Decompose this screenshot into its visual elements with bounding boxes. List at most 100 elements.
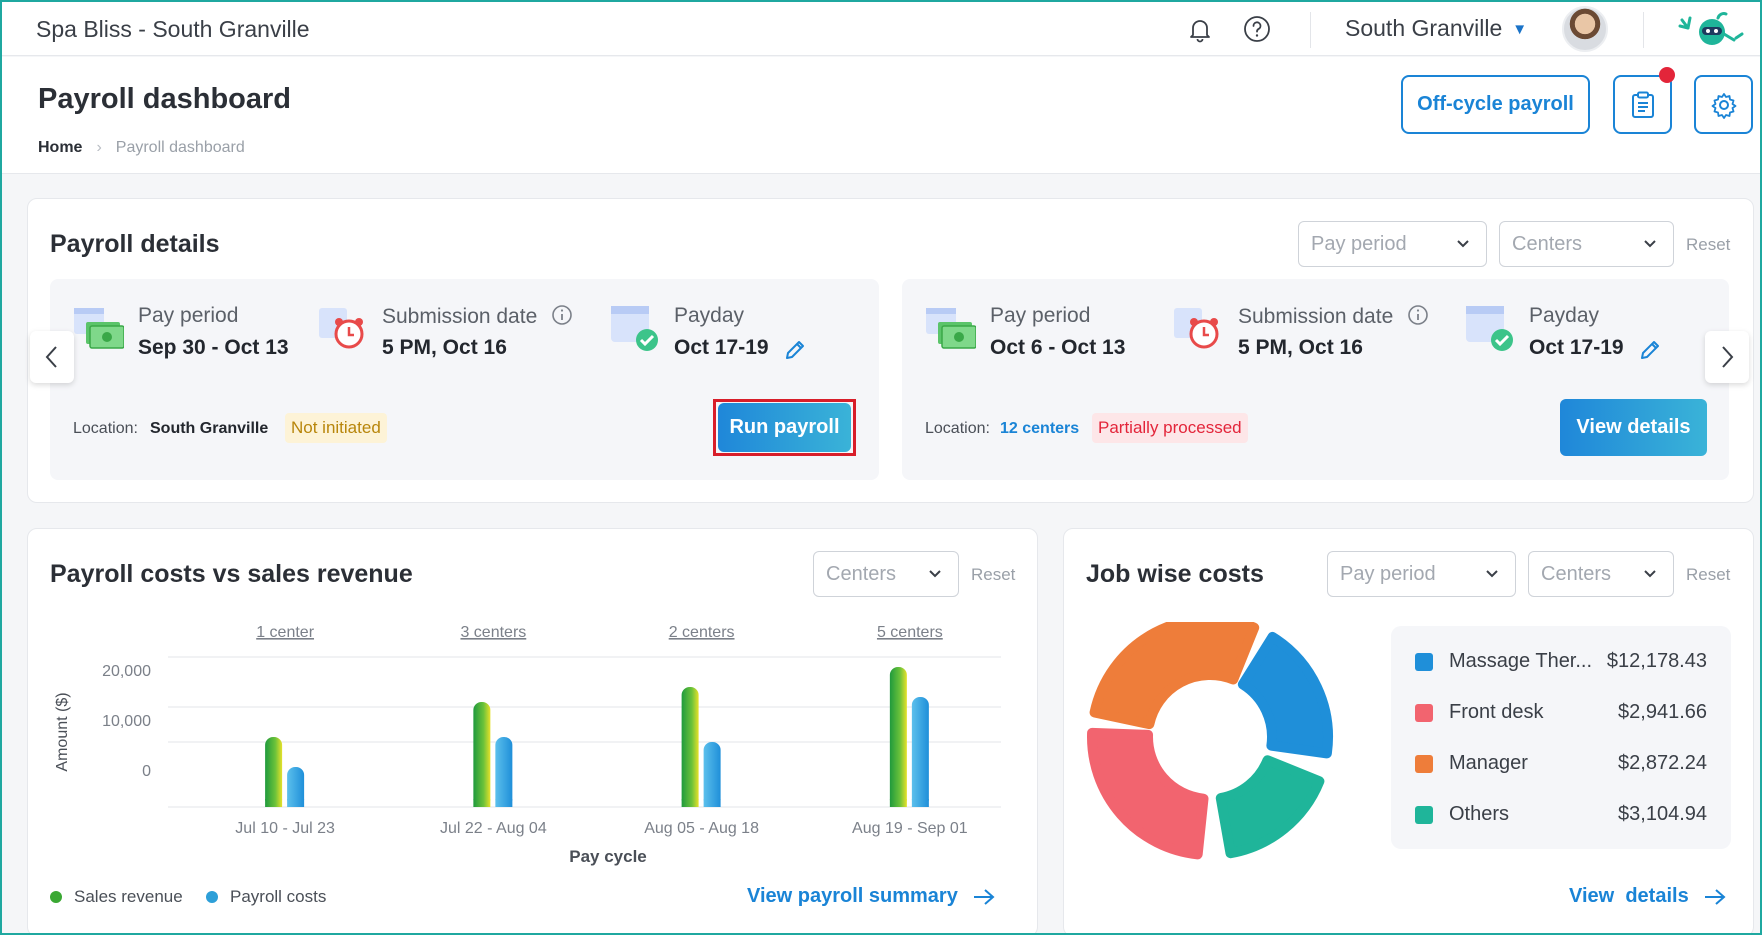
chevron-down-icon xyxy=(1644,570,1656,578)
donut-slice-front-desk[interactable] xyxy=(1087,727,1209,860)
payday-label: Payday xyxy=(1529,304,1600,327)
top-bar: Spa Bliss - South Granville South Granvi… xyxy=(2,2,1760,56)
edit-pencil-icon[interactable] xyxy=(1638,338,1662,362)
avatar[interactable] xyxy=(1562,6,1608,52)
divider xyxy=(1643,12,1644,48)
payroll-details-title: Payroll details xyxy=(50,230,220,258)
view-details-label: View details xyxy=(1569,885,1689,907)
location-centers-link[interactable]: 12 centers xyxy=(1000,420,1079,438)
status-badge: Not initiated xyxy=(285,413,387,443)
bar-sales-revenue xyxy=(265,737,283,807)
centers-select[interactable]: Centers xyxy=(1499,221,1674,267)
y-axis-label: Amount ($) xyxy=(54,692,71,771)
settings-button[interactable] xyxy=(1694,75,1753,134)
bar-payroll-costs xyxy=(703,742,721,807)
arrow-right-icon xyxy=(973,888,995,905)
carousel-next-button[interactable] xyxy=(1705,331,1749,383)
legend-swatch xyxy=(1415,704,1433,722)
chevron-left-icon xyxy=(45,346,57,368)
bar-sales-revenue-base xyxy=(889,799,907,807)
legend-row-others: Others $3,104.94 xyxy=(1415,803,1707,827)
view-details-link[interactable]: View details xyxy=(1569,885,1727,908)
run-payroll-button[interactable]: Run payroll xyxy=(718,403,851,452)
chevron-down-icon xyxy=(1486,570,1498,578)
x-tick-label: Aug 05 - Aug 18 xyxy=(644,820,759,837)
centers-select-label: Centers xyxy=(1512,232,1583,255)
notification-dot xyxy=(1659,67,1675,83)
legend-swatch xyxy=(50,891,62,903)
reset-link[interactable]: Reset xyxy=(1686,565,1730,585)
pay-period-label: Pay period xyxy=(990,304,1091,327)
chevron-down-icon xyxy=(1644,240,1656,248)
divider xyxy=(1310,12,1311,48)
pay-period-value: Oct 6 - Oct 13 xyxy=(990,336,1126,359)
y-tick-label: 10,000 xyxy=(102,713,151,730)
legend-label: Front desk xyxy=(1449,701,1544,723)
legend-label: Massage Ther... xyxy=(1449,650,1593,672)
view-payroll-summary-link[interactable]: View payroll summary xyxy=(747,885,996,908)
view-payroll-summary-label: View payroll summary xyxy=(747,885,958,907)
view-details-button[interactable]: View details xyxy=(1560,399,1707,456)
reset-link[interactable]: Reset xyxy=(1686,235,1730,255)
legend-swatch xyxy=(1415,806,1433,824)
pay-period-select-label: Pay period xyxy=(1311,232,1407,255)
job-costs-legend: Massage Ther... $12,178.43 Front desk $2… xyxy=(1391,626,1731,849)
submission-date-value: 5 PM, Oct 16 xyxy=(382,336,507,359)
reset-link[interactable]: Reset xyxy=(971,565,1015,585)
help-icon[interactable] xyxy=(1242,14,1272,44)
bar-payroll-costs xyxy=(495,737,513,807)
breadcrumb-home[interactable]: Home xyxy=(38,139,82,156)
bar-sales-revenue xyxy=(473,702,491,807)
carousel-prev-button[interactable] xyxy=(30,331,74,383)
centers-select-label: Centers xyxy=(826,562,897,585)
edit-pencil-icon[interactable] xyxy=(783,338,807,362)
bar-payroll-costs xyxy=(911,697,929,807)
info-icon[interactable] xyxy=(551,304,573,326)
chevron-down-icon xyxy=(929,570,941,578)
donut-slice-massage-ther[interactable] xyxy=(1237,631,1333,759)
job-wise-costs-title: Job wise costs xyxy=(1086,560,1264,588)
pay-period-value: Sep 30 - Oct 13 xyxy=(138,336,289,359)
off-cycle-payroll-button[interactable]: Off-cycle payroll xyxy=(1401,75,1590,134)
legend-amount: $12,178.43 xyxy=(1606,650,1707,672)
donut-slice-manager[interactable] xyxy=(1089,622,1260,730)
location-switcher-label: South Granville xyxy=(1345,15,1503,41)
y-tick-label: 20,000 xyxy=(102,663,151,680)
breadcrumb-current: Payroll dashboard xyxy=(115,139,245,156)
pay-period-select[interactable]: Pay period xyxy=(1298,221,1487,267)
status-badge: Partially processed xyxy=(1092,413,1248,443)
location-switcher[interactable]: South Granville ▼ xyxy=(1345,15,1527,42)
legend-row-manager: Manager $2,872.24 xyxy=(1415,752,1707,776)
arrow-right-icon xyxy=(1704,888,1726,905)
legend-row-massage: Massage Ther... $12,178.43 xyxy=(1415,650,1707,674)
pay-period-select[interactable]: Pay period xyxy=(1327,551,1516,597)
bar-payroll-costs-base xyxy=(703,799,721,807)
legend-swatch xyxy=(1415,653,1433,671)
bell-icon[interactable] xyxy=(1185,14,1215,44)
submission-date-label: Submission date xyxy=(1238,304,1429,329)
centers-select[interactable]: Centers xyxy=(813,551,959,597)
costs-vs-revenue-title: Payroll costs vs sales revenue xyxy=(50,560,413,588)
y-tick-label: 0 xyxy=(142,763,151,780)
x-tick-label: Jul 10 - Jul 23 xyxy=(235,820,335,837)
legend-payroll-costs[interactable]: Payroll costs xyxy=(206,887,326,907)
x-tick-label: Aug 19 - Sep 01 xyxy=(852,820,968,837)
info-icon[interactable] xyxy=(1407,304,1429,326)
payday-calendar-icon xyxy=(611,306,658,351)
bar-sales-revenue-base xyxy=(473,799,491,807)
bar-payroll-costs-base xyxy=(287,799,305,807)
legend-sales-revenue[interactable]: Sales revenue xyxy=(50,887,183,907)
payday-value: Oct 17-19 xyxy=(1529,336,1624,359)
submission-date-label-text: Submission date xyxy=(382,305,538,328)
submission-date-label-text: Submission date xyxy=(1238,305,1394,328)
money-calendar-icon xyxy=(926,308,976,349)
clipboard-button[interactable] xyxy=(1613,75,1672,134)
centers-select[interactable]: Centers xyxy=(1528,551,1674,597)
x-tick-label: Jul 22 - Aug 04 xyxy=(440,820,547,837)
center-count-label: 2 centers xyxy=(669,624,735,641)
donut-slice-others[interactable] xyxy=(1215,755,1325,859)
bar-sales-revenue xyxy=(889,667,907,807)
bar-sales-revenue-base xyxy=(265,799,283,807)
breadcrumb: Home › Payroll dashboard xyxy=(38,139,245,157)
legend-label: Payroll costs xyxy=(230,887,327,906)
